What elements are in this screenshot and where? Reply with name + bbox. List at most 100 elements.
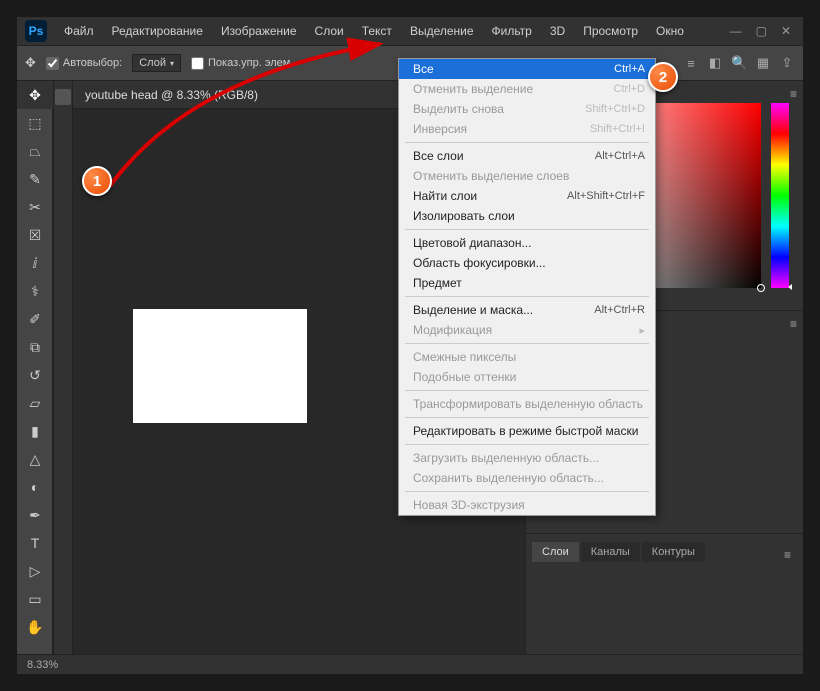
align-icon[interactable]: ≡ xyxy=(683,56,699,71)
menu-item[interactable]: Редактировать в режиме быстрой маски xyxy=(399,421,655,441)
menu-item-label: Загрузить выделенную область... xyxy=(413,451,599,465)
panel-menu-icon[interactable]: ≡ xyxy=(790,317,797,331)
search-icon[interactable]: 🔍 xyxy=(731,55,747,71)
menu-фильтр[interactable]: Фильтр xyxy=(483,17,541,45)
brush-tool[interactable]: ✐ xyxy=(17,305,53,333)
quick-select-tool[interactable]: ✎ xyxy=(17,165,53,193)
menu-item-label: Редактировать в режиме быстрой маски xyxy=(413,424,638,438)
menu-окно[interactable]: Окно xyxy=(647,17,693,45)
shortcut-label: Alt+Shift+Ctrl+F xyxy=(567,190,645,202)
menu-изображение[interactable]: Изображение xyxy=(212,17,306,45)
canvas[interactable] xyxy=(133,309,307,423)
marquee-tool[interactable]: ⬚ xyxy=(17,109,53,137)
minimize-button[interactable]: — xyxy=(730,24,742,38)
menu-item-label: Найти слои xyxy=(413,189,477,203)
eyedropper-tool[interactable]: ⅈ xyxy=(17,249,53,277)
menu-item-label: Модификация xyxy=(413,323,492,337)
menu-item: Смежные пикселы xyxy=(399,347,655,367)
hue-pointer[interactable] xyxy=(788,284,792,290)
menu-item-label: Цветовой диапазон... xyxy=(413,236,531,250)
tab-каналы[interactable]: Каналы xyxy=(581,542,640,562)
menu-item-label: Смежные пикселы xyxy=(413,350,516,364)
menu-item-label: Трансформировать выделенную область xyxy=(413,397,643,411)
menu-просмотр[interactable]: Просмотр xyxy=(574,17,647,45)
blur-tool[interactable]: △ xyxy=(17,445,53,473)
layers-tabs: СлоиКаналыКонтуры ≡ xyxy=(526,534,803,562)
panel-icon[interactable] xyxy=(55,89,71,105)
tab-слои[interactable]: Слои xyxy=(532,542,579,562)
tool-palette: ✥⬚⏢✎✂☒ⅈ⚕✐⧉↺▱▮△◐✒T▷▭✋ xyxy=(17,81,53,654)
menu-separator xyxy=(405,343,649,344)
titlebar: Ps ФайлРедактированиеИзображениеСлоиТекс… xyxy=(17,17,803,45)
chevron-down-icon: ▾ xyxy=(170,59,174,68)
type-tool[interactable]: T xyxy=(17,529,53,557)
stamp-tool[interactable]: ⧉ xyxy=(17,333,53,361)
3d-mode-icon[interactable]: ◧ xyxy=(707,55,723,71)
crop-tool[interactable]: ✂ xyxy=(17,193,53,221)
hue-slider[interactable] xyxy=(771,103,789,288)
eraser-tool[interactable]: ▱ xyxy=(17,389,53,417)
menu-item-label: Предмет xyxy=(413,276,462,290)
menu-item: Отменить выделениеCtrl+D xyxy=(399,79,655,99)
menu-3d[interactable]: 3D xyxy=(541,17,574,45)
autoselect-target-label: Слой xyxy=(139,57,166,69)
menu-item[interactable]: ВсеCtrl+A xyxy=(399,59,655,79)
maximize-button[interactable]: ▢ xyxy=(756,24,767,38)
dodge-tool[interactable]: ◐ xyxy=(17,473,53,501)
shortcut-label: Ctrl+D xyxy=(614,83,645,95)
shortcut-label: Shift+Ctrl+I xyxy=(590,123,645,135)
menu-item-label: Подобные оттенки xyxy=(413,370,516,384)
menu-separator xyxy=(405,229,649,230)
menu-item-label: Все xyxy=(413,62,434,76)
lasso-tool[interactable]: ⏢ xyxy=(17,137,53,165)
frame-tool[interactable]: ☒ xyxy=(17,221,53,249)
panel-menu-icon[interactable]: ≡ xyxy=(790,87,797,101)
workspace-icon[interactable]: ▦ xyxy=(755,55,771,71)
hand-tool[interactable]: ✋ xyxy=(17,613,53,641)
autoselect-label: Автовыбор: xyxy=(63,57,122,69)
menu-separator xyxy=(405,417,649,418)
move-icon: ✥ xyxy=(25,55,36,71)
path-tool[interactable]: ▷ xyxy=(17,557,53,585)
menu-текст[interactable]: Текст xyxy=(353,17,401,45)
menu-item[interactable]: Изолировать слои xyxy=(399,206,655,226)
history-brush-tool[interactable]: ↺ xyxy=(17,361,53,389)
panel-menu-icon[interactable]: ≡ xyxy=(784,548,797,562)
autoselect-target-dropdown[interactable]: Слой ▾ xyxy=(132,54,181,72)
shortcut-label: Alt+Ctrl+R xyxy=(594,304,645,316)
move-tool[interactable]: ✥ xyxy=(17,81,53,109)
menu-item[interactable]: Выделение и маска...Alt+Ctrl+R xyxy=(399,300,655,320)
zoom-level[interactable]: 8.33% xyxy=(27,659,58,671)
menu-item-label: Сохранить выделенную область... xyxy=(413,471,604,485)
menu-файл[interactable]: Файл xyxy=(55,17,103,45)
menubar: ФайлРедактированиеИзображениеСлоиТекстВы… xyxy=(55,17,693,45)
tab-контуры[interactable]: Контуры xyxy=(642,542,705,562)
menu-редактирование[interactable]: Редактирование xyxy=(103,17,212,45)
menu-выделение[interactable]: Выделение xyxy=(401,17,483,45)
shape-tool[interactable]: ▭ xyxy=(17,585,53,613)
pen-tool[interactable]: ✒ xyxy=(17,501,53,529)
menu-item-label: Изолировать слои xyxy=(413,209,515,223)
step-badge-2: 2 xyxy=(648,62,678,92)
show-controls-checkbox[interactable]: Показ.упр. элем. xyxy=(191,57,293,70)
healing-tool[interactable]: ⚕ xyxy=(17,277,53,305)
menu-item[interactable]: Все слоиAlt+Ctrl+A xyxy=(399,146,655,166)
close-button[interactable]: ✕ xyxy=(781,24,791,38)
menu-item[interactable]: Область фокусировки... xyxy=(399,253,655,273)
menu-separator xyxy=(405,491,649,492)
menu-separator xyxy=(405,390,649,391)
gradient-tool[interactable]: ▮ xyxy=(17,417,53,445)
menu-item[interactable]: Цветовой диапазон... xyxy=(399,233,655,253)
menu-item-label: Отменить выделение слоев xyxy=(413,169,569,183)
color-cursor[interactable] xyxy=(757,284,765,292)
shortcut-label: Shift+Ctrl+D xyxy=(585,103,645,115)
menu-separator xyxy=(405,444,649,445)
show-controls-label: Показ.упр. элем. xyxy=(208,57,293,69)
menu-item[interactable]: Предмет xyxy=(399,273,655,293)
menu-слои[interactable]: Слои xyxy=(306,17,353,45)
menu-item-label: Инверсия xyxy=(413,122,467,136)
autoselect-checkbox[interactable]: Автовыбор: xyxy=(46,57,122,70)
share-icon[interactable]: ⇪ xyxy=(779,55,795,71)
window-controls: — ▢ ✕ xyxy=(730,24,803,38)
menu-item[interactable]: Найти слои Alt+Shift+Ctrl+F xyxy=(399,186,655,206)
